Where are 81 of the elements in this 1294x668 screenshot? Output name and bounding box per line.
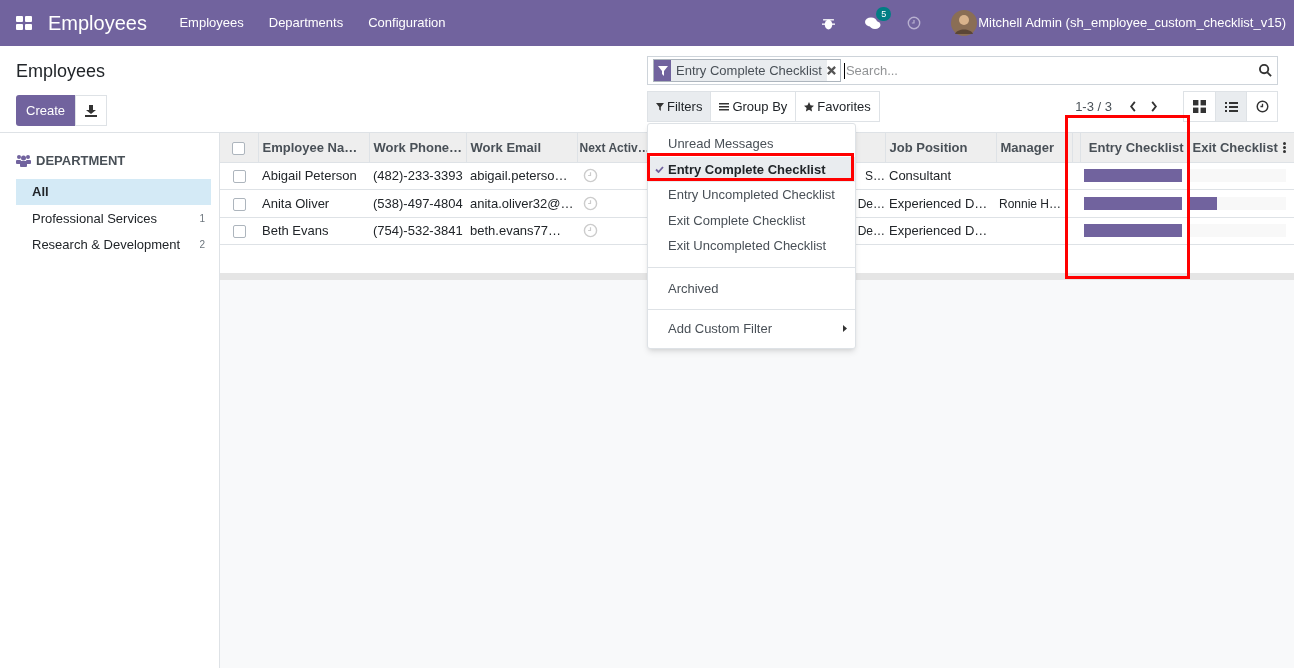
filter-option[interactable]: Exit Complete Checklist (648, 207, 855, 233)
column-header[interactable]: Exit Checklist (1192, 137, 1278, 157)
filter-icon (656, 102, 664, 111)
star-icon (804, 101, 815, 112)
category-label: All (32, 183, 49, 201)
table-cell: Experienced D… (889, 195, 988, 211)
row-checkbox[interactable] (232, 197, 246, 211)
category-count: 1 (199, 211, 205, 226)
next-icon[interactable] (1150, 101, 1158, 112)
sidebar-item[interactable]: All (16, 178, 211, 205)
download-button[interactable] (75, 95, 108, 126)
row-checkbox[interactable] (232, 225, 246, 239)
table-cell: Consultant (889, 168, 952, 183)
search-option-button[interactable]: Group By (710, 92, 796, 121)
table-cell: beth.evans77… (470, 223, 562, 238)
filter-icon (657, 65, 668, 76)
column-header[interactable]: Next Activ… (579, 140, 650, 155)
table-cell: De… (857, 196, 885, 211)
table-cell: Anita Oliver (262, 195, 330, 211)
column-header[interactable]: Manager (1000, 139, 1054, 155)
table-cell: S… (865, 169, 885, 183)
search-input[interactable]: Search... (843, 62, 1256, 79)
category-count: 2 (199, 238, 205, 253)
check-icon (655, 165, 664, 173)
table-cell: Abigail Peterson (262, 168, 357, 183)
table-cell: Ronnie H… (999, 196, 1062, 211)
nav-menu-item[interactable]: Configuration (355, 13, 458, 33)
table-cell: (482)-233-3393 (373, 168, 463, 183)
user-name[interactable]: Mitchell Admin (sh_employee_custom_checklist_v15) (978, 13, 1286, 33)
close-icon[interactable] (826, 66, 836, 75)
table-cell: (538)-497-4804 (373, 195, 463, 211)
sidebar-heading: DEPARTMENT (36, 152, 126, 170)
chat-icon[interactable] (865, 16, 882, 30)
pager-value: 1-3 / 3 (1075, 97, 1112, 116)
clock-icon (1255, 100, 1269, 113)
column-header[interactable]: Employee Na… (262, 139, 358, 155)
app-title: Employees (48, 11, 147, 36)
select-all-checkbox[interactable] (232, 141, 246, 155)
filter-option[interactable]: Unread Messages (648, 131, 855, 157)
column-header[interactable]: Work Phone… (373, 139, 463, 155)
table-cell: (754)-532-3841 (373, 223, 463, 238)
filter-option[interactable]: Exit Uncompleted Checklist (648, 233, 855, 259)
category-label: Research & Development (32, 236, 181, 254)
search-field[interactable]: Entry Complete Checklist Search... (647, 56, 1278, 85)
clock-icon[interactable] (907, 16, 922, 30)
list-icon (1224, 100, 1238, 113)
filter-option[interactable]: Entry Uncompleted Checklist (648, 182, 855, 208)
apps-menu-icon[interactable] (16, 16, 32, 30)
table-cell: De… (857, 224, 885, 238)
nav-menu-item[interactable]: Employees (166, 13, 257, 33)
table-cell: anita.oliver32@… (470, 195, 574, 211)
user-avatar[interactable] (951, 10, 978, 36)
grid-icon (1193, 100, 1206, 113)
caret-icon (843, 325, 847, 332)
facet-label: Entry Complete Checklist (671, 60, 827, 81)
sidebar-item[interactable]: Research & Development 2 (16, 231, 211, 258)
page-title: Employees (16, 60, 107, 83)
table-cell: Beth Evans (262, 223, 329, 238)
sidebar-item[interactable]: Professional Services 1 (16, 205, 211, 232)
search-option-button[interactable]: Filters (648, 92, 711, 121)
column-header[interactable]: Work Email (470, 139, 542, 155)
message-count-badge: 5 (876, 6, 892, 21)
previous-icon[interactable] (1129, 101, 1137, 112)
more-options-icon[interactable] (1283, 141, 1286, 153)
create-button[interactable]: Create (16, 95, 76, 126)
table-cell: abigail.peterso… (470, 168, 568, 183)
category-label: Professional Services (32, 209, 157, 228)
search-option-button[interactable]: Favorites (795, 92, 879, 121)
row-checkbox[interactable] (232, 170, 246, 184)
column-header[interactable]: Job Position (889, 139, 968, 155)
search-icon[interactable] (1259, 64, 1272, 77)
filter-option[interactable]: Archived (648, 275, 855, 301)
bug-icon[interactable] (822, 16, 836, 30)
download-icon (85, 104, 98, 117)
table-cell: Experienced D… (889, 223, 988, 238)
column-header[interactable]: Entry Checklist (1088, 139, 1184, 155)
nav-menu-item[interactable]: Departments (256, 13, 356, 33)
view-switch-button[interactable] (1215, 92, 1246, 121)
list-icon (719, 102, 730, 111)
filter-option[interactable]: Add Custom Filter (648, 316, 855, 341)
users-icon (16, 154, 31, 168)
